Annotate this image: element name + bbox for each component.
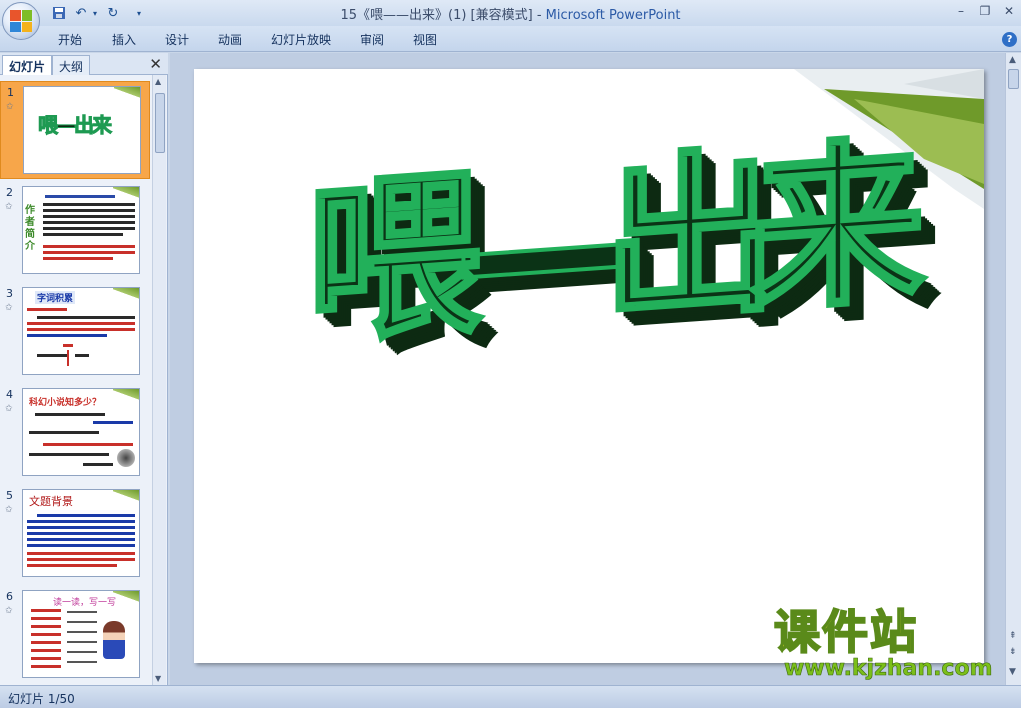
tab-slideshow[interactable]: 幻灯片放映 — [271, 31, 331, 48]
slide-title: 喂—出来 — [304, 119, 900, 369]
thumbnail-preview: 作者简介 — [22, 186, 140, 274]
panel-close-icon[interactable]: ✕ — [149, 55, 162, 73]
slide-counter: 幻灯片 1/50 — [8, 692, 75, 706]
ribbon-tabs: 开始 插入 设计 动画 幻灯片放映 审阅 视图 ? — [0, 26, 1021, 52]
animation-icon: ✩ — [5, 404, 13, 414]
watermark: 课件站 www.kjzhan.com — [770, 605, 1010, 686]
tab-animation[interactable]: 动画 — [218, 31, 242, 48]
animation-icon: ✩ — [5, 505, 13, 515]
slides-panel: 幻灯片 大纲 ✕ 1 ✩ 喂—出来 2 ✩ 作者简介 3 ✩ 字词积累 4 ✩ … — [0, 53, 168, 685]
panel-scrollbar[interactable]: ▲ ▼ — [152, 75, 166, 685]
previous-slide-icon[interactable]: ⇞ — [1009, 631, 1017, 641]
slide-thumbnail-4[interactable]: 4 ✩ 科幻小说知多少？ — [0, 384, 150, 482]
globe-icon — [117, 449, 135, 467]
office-logo-icon — [10, 10, 32, 32]
thumbnail-title: 文题背景 — [29, 495, 73, 508]
thumbnail-preview: 科幻小说知多少？ — [22, 388, 140, 476]
slide-thumbnail-2[interactable]: 2 ✩ 作者简介 — [0, 182, 150, 280]
tab-home[interactable]: 开始 — [58, 31, 82, 48]
close-button[interactable]: ✕ — [998, 2, 1020, 20]
current-slide[interactable]: 喂—出来 喂—出来 — [194, 69, 984, 663]
thumbnail-preview: 读一读，写一写 — [22, 590, 140, 678]
animation-icon: ✩ — [6, 102, 14, 112]
slide-thumbnail-1[interactable]: 1 ✩ 喂—出来 — [0, 81, 150, 179]
scroll-thumb[interactable] — [1008, 69, 1019, 89]
slide-number: 2 — [6, 186, 13, 199]
next-slide-icon[interactable]: ⇟ — [1009, 647, 1017, 657]
page-curl-decoration — [113, 288, 139, 302]
scroll-down-icon[interactable]: ▼ — [155, 674, 161, 683]
thumbnail-title: 作者简介 — [25, 205, 35, 252]
tab-design[interactable]: 设计 — [165, 31, 189, 48]
slide-thumbnail-5[interactable]: 5 ✩ 文题背景 — [0, 485, 150, 583]
watermark-logo: 课件站 — [773, 605, 918, 659]
slide-editing-area: 喂—出来 喂—出来 ▲ ⇞ ⇟ ▼ — [170, 53, 1021, 685]
animation-icon: ✩ — [5, 202, 13, 212]
page-curl-decoration — [113, 490, 139, 504]
thumbnail-preview: 字词积累 — [22, 287, 140, 375]
slide-number: 4 — [6, 388, 13, 401]
slide-thumbnail-3[interactable]: 3 ✩ 字词积累 — [0, 283, 150, 381]
thumbnail-title: 科幻小说知多少？ — [29, 398, 102, 408]
slide-thumbnail-6[interactable]: 6 ✩ 读一读，写一写 — [0, 586, 150, 684]
tab-slides[interactable]: 幻灯片 — [2, 55, 53, 75]
status-bar: 幻灯片 1/50 — [0, 685, 1021, 708]
cartoon-character-image — [103, 621, 125, 659]
scroll-up-icon[interactable]: ▲ — [155, 77, 161, 86]
thumbnail-title: 读一读，写一写 — [53, 598, 117, 608]
page-curl-decoration — [114, 87, 140, 101]
slide-number: 3 — [6, 287, 13, 300]
slide-scrollbar[interactable]: ▲ ⇞ ⇟ ▼ — [1005, 53, 1021, 685]
thumbnail-preview: 文题背景 — [22, 489, 140, 577]
scroll-down-icon[interactable]: ▼ — [1009, 667, 1016, 677]
slide-number: 5 — [6, 489, 13, 502]
scroll-up-icon[interactable]: ▲ — [1009, 55, 1016, 65]
page-curl-decoration — [113, 389, 139, 403]
page-curl-decoration — [113, 187, 139, 201]
tab-outline[interactable]: 大纲 — [52, 55, 91, 75]
scroll-thumb[interactable] — [155, 93, 165, 153]
panel-tabs: 幻灯片 大纲 ✕ — [0, 53, 168, 75]
thumbnail-preview: 喂—出来 — [23, 86, 141, 174]
tab-view[interactable]: 视图 — [413, 31, 437, 48]
watermark-url: www.kjzhan.com — [784, 656, 993, 682]
help-icon[interactable]: ? — [1002, 32, 1017, 47]
title-bar: ↶ ▾ ↻ ▾ 15《喂——出来》(1) [兼容模式] - Microsoft … — [0, 0, 1021, 40]
document-name: 15《喂——出来》(1) [兼容模式] - — [340, 8, 546, 23]
slide-number: 6 — [6, 590, 13, 603]
tab-insert[interactable]: 插入 — [112, 31, 136, 48]
thumbnail-title: 喂—出来 — [38, 113, 113, 138]
animation-icon: ✩ — [5, 303, 13, 313]
window-title: 15《喂——出来》(1) [兼容模式] - Microsoft PowerPoi… — [0, 4, 1021, 23]
slide-number: 1 — [7, 86, 14, 99]
minimize-button[interactable]: – — [950, 2, 972, 20]
thumbnail-title: 字词积累 — [35, 291, 76, 304]
page-curl-decoration — [113, 591, 139, 605]
animation-icon: ✩ — [5, 606, 13, 616]
app-name: Microsoft PowerPoint — [545, 8, 681, 23]
office-button[interactable] — [2, 2, 40, 40]
restore-button[interactable]: ❐ — [974, 2, 996, 20]
tab-review[interactable]: 审阅 — [360, 31, 384, 48]
